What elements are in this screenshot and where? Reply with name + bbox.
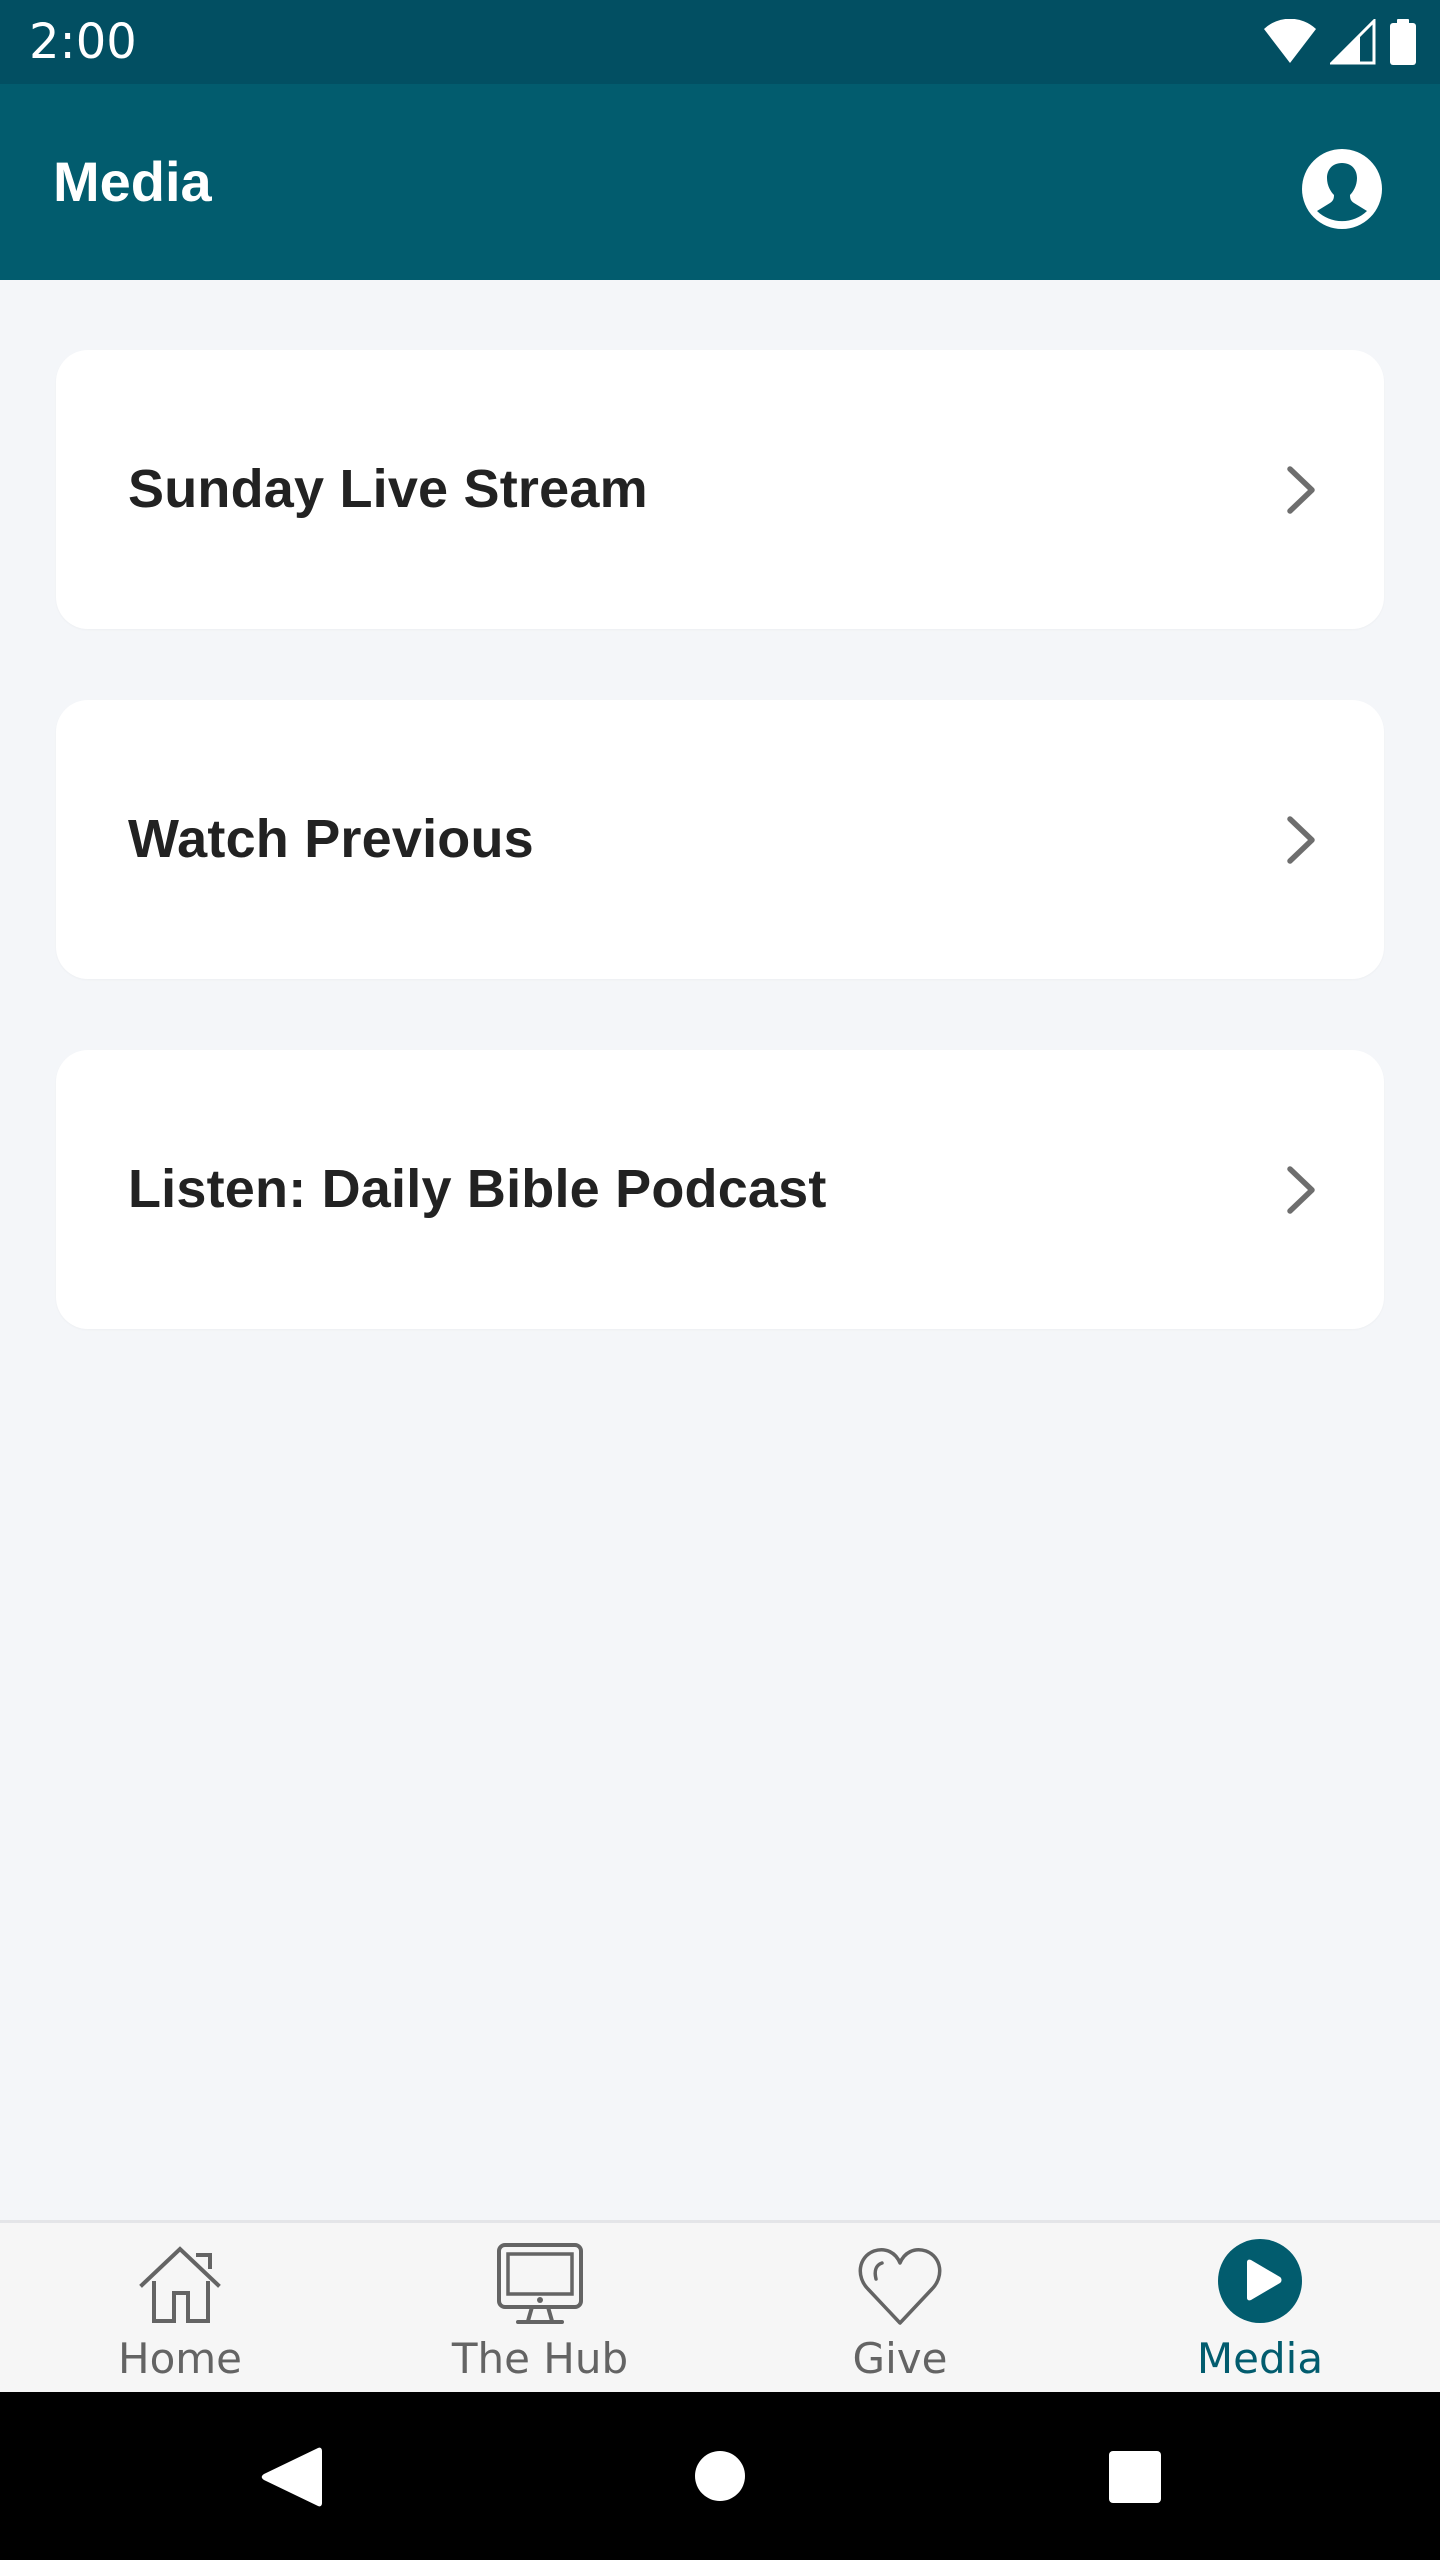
home-circle-icon[interactable]	[694, 2450, 746, 2502]
status-icons	[1262, 18, 1418, 66]
menu-item-label: Watch Previous	[128, 808, 534, 869]
tab-label: The Hub	[451, 2334, 629, 2383]
tab-home[interactable]: Home	[0, 2223, 360, 2392]
chevron-right-icon	[1287, 465, 1315, 514]
tab-the-hub[interactable]: The Hub	[360, 2223, 720, 2392]
cell-signal-icon	[1330, 19, 1376, 65]
bottom-nav: Home The Hub Give Media	[0, 2220, 1440, 2392]
menu-item-daily-bible-podcast[interactable]: Listen: Daily Bible Podcast	[56, 1050, 1384, 1329]
tab-give[interactable]: Give	[720, 2223, 1080, 2392]
media-menu: Sunday Live Stream Watch Previous Listen…	[0, 280, 1440, 2220]
menu-item-watch-previous[interactable]: Watch Previous	[56, 700, 1384, 979]
tab-label: Give	[852, 2334, 948, 2383]
recents-icon[interactable]	[1108, 2450, 1162, 2504]
menu-item-label: Listen: Daily Bible Podcast	[128, 1158, 827, 1219]
wifi-icon	[1264, 19, 1316, 63]
monitor-icon	[497, 2243, 583, 2324]
app-bar: Media	[0, 84, 1440, 280]
chevron-right-icon	[1287, 815, 1315, 864]
home-icon	[139, 2246, 221, 2323]
page-title: Media	[53, 150, 212, 213]
account-circle-icon[interactable]	[1301, 148, 1383, 230]
battery-icon	[1390, 19, 1416, 65]
tab-media[interactable]: Media	[1080, 2223, 1440, 2392]
tab-label: Media	[1196, 2334, 1324, 2383]
status-bar: 2:00	[0, 0, 1440, 84]
menu-item-sunday-live-stream[interactable]: Sunday Live Stream	[56, 350, 1384, 629]
back-icon[interactable]	[256, 2446, 328, 2508]
status-time: 2:00	[29, 14, 137, 70]
play-circle-icon	[1218, 2239, 1302, 2323]
menu-item-label: Sunday Live Stream	[128, 458, 648, 519]
chevron-right-icon	[1287, 1165, 1315, 1214]
system-nav-bar	[0, 2392, 1440, 2560]
tab-label: Home	[117, 2334, 243, 2383]
heart-icon	[858, 2248, 942, 2325]
